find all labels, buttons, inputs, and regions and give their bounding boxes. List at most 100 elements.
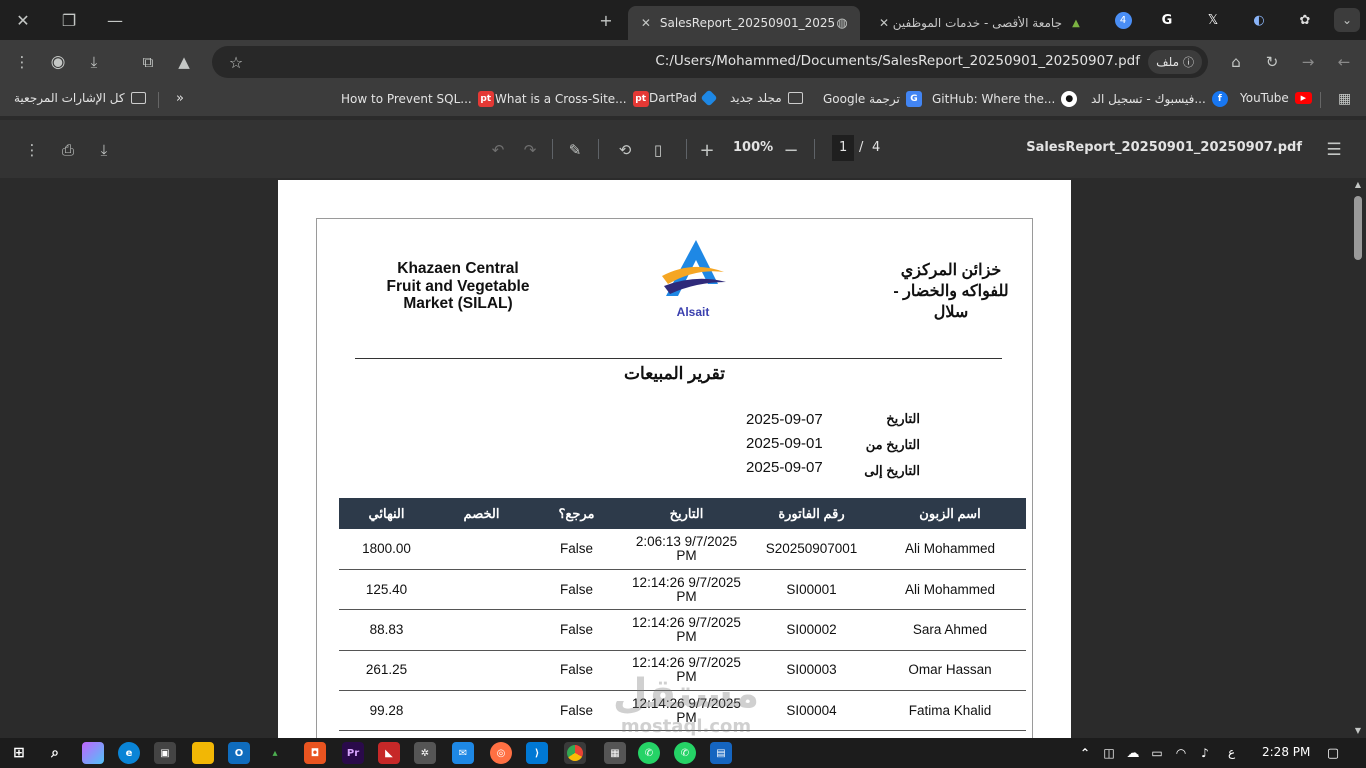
all-bookmarks-button[interactable]: كل الإشارات المرجعية <box>14 91 146 105</box>
cell-invoice: SI00002 <box>749 609 874 651</box>
cell-invoice: S20250907001 <box>749 529 874 570</box>
notifications-icon[interactable]: ▢ <box>1322 742 1344 764</box>
bookmark-xss[interactable]: What is a Cross-Site... pt <box>495 91 649 107</box>
bookmark-youtube[interactable]: YouTube ▶ <box>1240 91 1312 105</box>
premiere-icon[interactable]: Pr <box>342 742 364 764</box>
app-red-icon[interactable]: ◣ <box>378 742 400 764</box>
tray-app-icon[interactable]: ◫ <box>1098 742 1120 764</box>
chrome-taskbar-icon[interactable] <box>564 742 586 764</box>
vscode-icon[interactable]: ⟩ <box>526 742 548 764</box>
tab-search-icon[interactable]: ⌄ <box>1334 8 1360 32</box>
chatgpt-icon[interactable]: ✿ <box>1290 8 1320 32</box>
forward-icon[interactable]: ← <box>1332 50 1356 74</box>
edge-taskbar-icon[interactable]: e <box>118 742 140 764</box>
tab-salesreport[interactable]: ✕ SalesReport_20250901_20250907.pdf ◍ <box>628 6 860 40</box>
cloud-icon[interactable]: ☁ <box>1122 742 1144 764</box>
back-icon[interactable]: → <box>1296 50 1320 74</box>
apps-grid-icon[interactable]: ▦ <box>1338 91 1351 107</box>
current-page[interactable]: 1 <box>839 140 847 155</box>
new-tab-icon[interactable]: + <box>584 0 628 40</box>
zoom-level[interactable]: 100% <box>733 140 773 155</box>
app-orange-icon[interactable]: ◎ <box>490 742 512 764</box>
bookmark-star-icon[interactable]: ☆ <box>224 50 248 74</box>
close-tab-icon[interactable]: ✕ <box>876 16 892 30</box>
app-blue-icon[interactable]: ▤ <box>710 742 732 764</box>
extension-mountain-icon[interactable]: ▲ <box>172 50 196 74</box>
minimize-window-icon[interactable]: — <box>92 0 138 40</box>
home-icon[interactable]: ⌂ <box>1224 50 1248 74</box>
bookmark-facebook[interactable]: فيسبوك - تسجيل الد... f <box>1091 91 1228 107</box>
meta-date-label: التاريخ <box>886 411 920 426</box>
cell-return: False <box>529 529 624 570</box>
app-grid-icon[interactable]: ▦ <box>604 742 626 764</box>
grammarly-icon[interactable]: G <box>1152 8 1182 32</box>
cell-discount <box>434 569 529 611</box>
bookmark-dartpad[interactable]: DartPad <box>649 89 718 107</box>
cell-customer: Ali Mohammed <box>874 569 1026 611</box>
bookmark-new-folder[interactable]: مجلد جديد <box>730 91 803 105</box>
cell-customer: Fatima Khalid <box>874 690 1026 732</box>
zoom-out-icon[interactable]: − <box>779 138 803 162</box>
redo-icon[interactable]: ↷ <box>518 138 542 162</box>
windows-taskbar: ⊞ ⌕ e ▣ O ▴ ◘ Pr ◣ ✲ ✉ ◎ ⟩ ▦ ✆ ✆ ▤ ⌃ ◫ ☁… <box>0 738 1366 768</box>
app-icon[interactable]: ▴ <box>264 742 286 764</box>
sidebar-menu-icon[interactable]: ☰ <box>1322 138 1346 162</box>
cell-customer: Sara Ahmed <box>874 609 1026 651</box>
profile-icon[interactable]: ◉ <box>46 50 70 74</box>
app-gear-icon[interactable]: ✲ <box>414 742 436 764</box>
menu-icon[interactable]: ⋮ <box>10 50 34 74</box>
outlook-icon[interactable]: O <box>228 742 250 764</box>
address-bar[interactable]: ☆ C:/Users/Mohammed/Documents/SalesRepor… <box>212 46 1208 78</box>
more-bookmarks-icon[interactable]: » <box>176 91 184 106</box>
whatsapp-business-icon[interactable]: ✆ <box>674 742 696 764</box>
github-icon: ● <box>1061 91 1078 107</box>
mail-icon[interactable]: ✉ <box>452 742 474 764</box>
table-row: Sara Ahmed SI00002 9/7/2025 12:14:26 PM … <box>339 609 1026 651</box>
file-explorer-icon[interactable] <box>192 742 214 764</box>
windows-start-icon[interactable]: ⊞ <box>8 742 30 764</box>
pdf-more-icon[interactable]: ⋮ <box>20 138 44 162</box>
url-text[interactable]: C:/Users/Mohammed/Documents/SalesReport_… <box>655 53 1140 69</box>
annotate-pen-icon[interactable]: ✎ <box>563 138 587 162</box>
store-icon[interactable]: ▣ <box>154 742 176 764</box>
close-window-icon[interactable]: ✕ <box>0 0 46 40</box>
input-language[interactable]: ع <box>1228 745 1235 759</box>
folder-icon <box>787 92 803 104</box>
search-icon[interactable]: ⌕ <box>44 742 66 764</box>
clock[interactable]: 2:28 PM <box>1262 745 1310 759</box>
reload-icon[interactable]: ↻ <box>1260 50 1284 74</box>
tab-favicon[interactable]: 4 <box>1108 8 1138 32</box>
fit-page-icon[interactable]: ▯ <box>646 138 670 162</box>
folder-icon <box>130 92 146 104</box>
close-tab-icon[interactable]: ✕ <box>638 16 654 30</box>
rotate-icon[interactable]: ⟲ <box>613 138 637 162</box>
bookmark-github[interactable]: GitHub: Where the... ● <box>932 91 1078 107</box>
site-info-chip[interactable]: ملف ⓘ <box>1148 50 1202 74</box>
scrollbar[interactable]: ▲ ▼ <box>1350 178 1366 738</box>
volume-icon[interactable]: ♪ <box>1194 742 1216 764</box>
restore-window-icon[interactable]: ❐ <box>46 0 92 40</box>
screen-recorder-icon[interactable]: ◘ <box>304 742 326 764</box>
bookmarks-bar: كل الإشارات المرجعية » How to Prevent SQ… <box>0 84 1366 116</box>
bookmark-sql[interactable]: How to Prevent SQL... pt <box>341 91 494 107</box>
extensions-icon[interactable]: ⧉ <box>136 50 160 74</box>
scroll-down-icon[interactable]: ▼ <box>1352 724 1364 736</box>
undo-icon[interactable]: ↶ <box>486 138 510 162</box>
x-icon[interactable]: 𝕏 <box>1198 8 1228 32</box>
scrollbar-thumb[interactable] <box>1354 196 1362 260</box>
pdf-download-icon[interactable]: ⤓ <box>92 138 116 162</box>
toolbar-separator <box>552 139 553 159</box>
bookmark-google-translate[interactable]: Google ترجمة G <box>823 91 922 107</box>
wifi-icon[interactable]: ◠ <box>1170 742 1192 764</box>
zoom-in-icon[interactable]: + <box>695 138 719 162</box>
whatsapp-icon[interactable]: ✆ <box>638 742 660 764</box>
battery-icon[interactable]: ▭ <box>1146 742 1168 764</box>
tab-university[interactable]: ▲ جامعة الأقصى - خدمات الموظفين ✕ <box>864 6 1094 40</box>
print-icon[interactable]: ⎙ <box>56 138 80 162</box>
copilot-icon[interactable] <box>82 742 104 764</box>
tray-expand-icon[interactable]: ⌃ <box>1074 742 1096 764</box>
download-icon[interactable]: ⤓ <box>82 50 106 74</box>
scroll-up-icon[interactable]: ▲ <box>1352 178 1364 190</box>
edge-icon[interactable]: ◐ <box>1244 8 1274 32</box>
bookmark-label: YouTube <box>1240 91 1289 105</box>
